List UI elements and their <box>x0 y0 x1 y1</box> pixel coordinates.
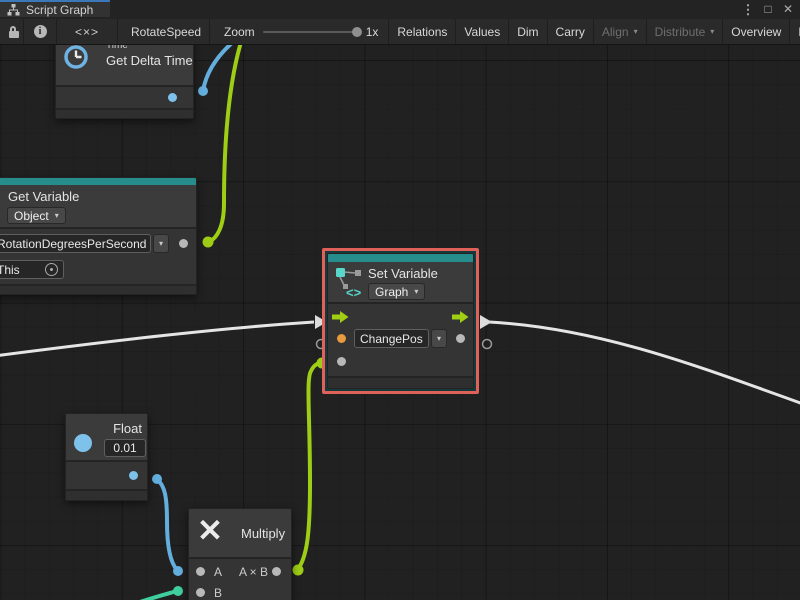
carry-button[interactable]: Carry <box>548 19 594 44</box>
chevron-down-icon: ▾ <box>414 287 418 296</box>
zoom-slider-thumb[interactable] <box>352 27 362 37</box>
node-title: Get Variable <box>8 189 79 204</box>
delta-time-wire-end[interactable] <box>198 86 208 96</box>
align-button: Align▾ <box>594 19 647 44</box>
get-variable-wire[interactable] <box>209 45 241 242</box>
toolbar-left-group: i <×> RotateSpeed Zoom 1x <box>0 19 389 44</box>
node-title: Multiply <box>241 526 285 541</box>
set-variable-icon: <> <box>334 266 364 298</box>
node-title: Get Delta Time <box>106 53 193 68</box>
chevron-down-icon: ▾ <box>634 27 638 36</box>
distribute-button: Distribute▾ <box>647 19 724 44</box>
node-set-variable[interactable]: <> Set Variable Graph▾ <box>327 253 474 389</box>
float-output-port[interactable] <box>129 471 138 480</box>
set-variable-output-port[interactable] <box>456 334 465 343</box>
variable-scope-dropdown[interactable]: Object▾ <box>7 207 66 224</box>
value-input-port[interactable] <box>337 357 346 366</box>
graph-toolbar: i <×> RotateSpeed Zoom 1x Relations V <box>0 19 800 45</box>
chevron-down-icon: ▾ <box>55 211 59 220</box>
relations-button[interactable]: Relations <box>389 19 456 44</box>
graph-breadcrumb[interactable]: RotateSpeed <box>118 19 210 44</box>
variable-scope-dropdown[interactable]: Graph▾ <box>368 283 425 300</box>
info-button[interactable]: i <box>24 19 57 44</box>
dim-button[interactable]: Dim <box>509 19 547 44</box>
variable-name-field[interactable]: RotationDegreesPerSecond <box>0 234 151 253</box>
svg-text:<>: <> <box>346 285 362 298</box>
flow-output-arrow[interactable] <box>480 315 492 329</box>
empty-port-right[interactable] <box>483 340 492 349</box>
menu-icon[interactable]: ⋮ <box>740 0 756 19</box>
tab-title: Script Graph <box>26 3 93 17</box>
node-multiply[interactable]: ✕ Multiply A A × B B <box>188 508 292 600</box>
port-label-a: A <box>214 565 222 579</box>
chevron-down-icon: ▾ <box>159 239 163 248</box>
multiply-b-wire[interactable] <box>128 591 177 600</box>
lock-button[interactable] <box>0 19 24 44</box>
flow-output-port[interactable] <box>452 311 469 323</box>
overview-button[interactable]: Overview <box>723 19 790 44</box>
variable-header-strip <box>0 178 196 185</box>
flow-wire-right[interactable] <box>489 322 800 405</box>
code-icon: <×> <box>75 25 99 39</box>
toolbar-right-group: Relations Values Dim Carry Align▾ Distri… <box>389 19 800 44</box>
variable-name-caret-button[interactable]: ▾ <box>153 234 169 253</box>
port-label-b: B <box>214 586 222 600</box>
float-value-input[interactable]: 0.01 <box>104 439 146 457</box>
flow-wire-left[interactable] <box>0 322 314 356</box>
tab-script-graph[interactable]: Script Graph <box>0 0 110 17</box>
node-title: Float <box>113 421 142 436</box>
script-graph-window: Script Graph ⋮ □ ✕ i <×> <box>0 0 800 600</box>
target-object-field[interactable]: This <box>0 260 64 279</box>
chevron-down-icon: ▾ <box>437 334 441 343</box>
node-title: Set Variable <box>368 266 438 281</box>
float-to-multiply-wire[interactable] <box>157 479 177 570</box>
full-screen-button[interactable]: Full Screen <box>790 19 800 44</box>
multiply-b-port[interactable] <box>196 588 205 597</box>
maximize-icon[interactable]: □ <box>760 0 776 19</box>
tab-bar: Script Graph ⋮ □ ✕ <box>0 0 800 19</box>
multiply-icon: ✕ <box>197 513 223 549</box>
port-label-out: A × B <box>239 565 268 579</box>
selection-highlight: <> Set Variable Graph▾ <box>322 248 479 394</box>
multiply-to-setvariable-wire[interactable] <box>298 363 323 569</box>
delta-time-output-port[interactable] <box>168 93 177 102</box>
info-icon: i <box>34 25 47 38</box>
zoom-control: Zoom 1x <box>210 19 389 44</box>
multiply-b-wire-end[interactable] <box>173 586 183 596</box>
variable-name-caret-button[interactable]: ▾ <box>431 329 447 348</box>
float-type-icon <box>74 434 92 452</box>
node-float[interactable]: Float 0.01 <box>65 413 148 501</box>
multiply-output-port[interactable] <box>272 567 281 576</box>
float-wire-start[interactable] <box>152 474 162 484</box>
flow-input-port[interactable] <box>332 311 349 323</box>
code-view-button[interactable]: <×> <box>57 19 118 44</box>
delta-time-wire[interactable] <box>203 45 233 91</box>
lock-icon <box>8 26 15 38</box>
node-surtitle: Time <box>106 45 193 51</box>
chevron-down-icon: ▾ <box>710 27 714 36</box>
multiply-wire-start[interactable] <box>293 565 304 576</box>
zoom-label: Zoom <box>224 25 255 39</box>
multiply-a-port[interactable] <box>196 567 205 576</box>
window-controls: ⋮ □ ✕ <box>740 0 796 19</box>
multiply-a-wire-end[interactable] <box>173 566 183 576</box>
graph-canvas[interactable]: Time Get Delta Time Get Variable Object▾ <box>0 45 800 600</box>
get-variable-wire-end[interactable] <box>203 237 214 248</box>
get-variable-output-port[interactable] <box>179 239 188 248</box>
graph-hierarchy-icon <box>7 4 20 16</box>
graph-name: RotateSpeed <box>131 25 201 39</box>
values-button[interactable]: Values <box>456 19 509 44</box>
zoom-value: 1x <box>366 25 379 39</box>
object-picker-icon[interactable] <box>45 263 58 276</box>
close-icon[interactable]: ✕ <box>780 0 796 19</box>
variable-name-port[interactable] <box>337 334 346 343</box>
zoom-slider[interactable] <box>263 31 358 33</box>
clock-icon <box>63 45 89 70</box>
variable-name-field[interactable]: ChangePos <box>354 329 429 348</box>
variable-header-strip <box>328 254 473 262</box>
node-get-variable[interactable]: Get Variable Object▾ RotationDegreesPerS… <box>0 177 197 295</box>
node-get-delta-time[interactable]: Time Get Delta Time <box>55 45 194 119</box>
